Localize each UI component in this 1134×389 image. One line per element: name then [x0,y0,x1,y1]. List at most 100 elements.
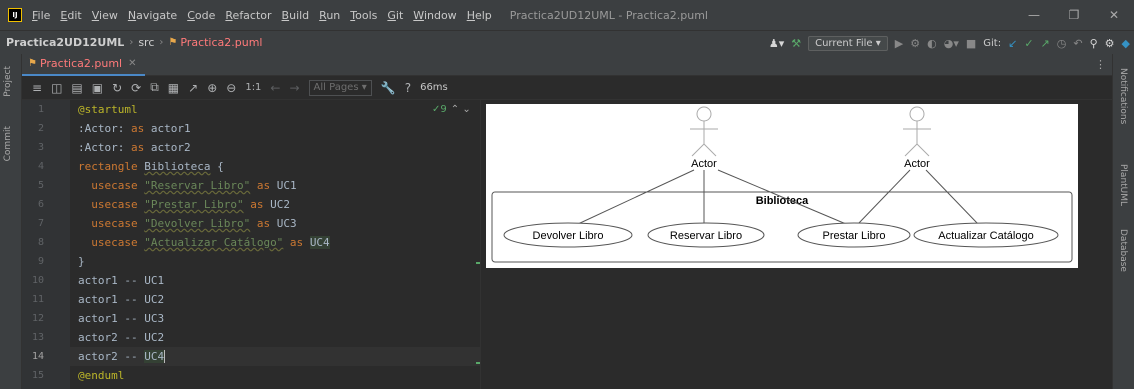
search-icon[interactable]: ⚲ [1090,37,1098,50]
zoom-in-icon[interactable]: ⊕ [207,81,217,95]
run-icon[interactable]: ▶ [895,37,903,50]
help-icon[interactable]: ? [405,81,411,95]
code-token: as [283,236,310,249]
line-number: 6 [37,199,44,210]
plantuml-tool-button[interactable]: PlantUML [1118,164,1128,206]
line-number: 7 [37,218,44,229]
code-token: usecase [78,198,145,211]
menu-edit[interactable]: Edit [60,9,81,22]
menu-tools[interactable]: Tools [350,9,377,22]
zoom-actual-size-button[interactable]: 1:1 [245,82,261,93]
code-line: 10 actor1 -- UC1 [32,271,480,290]
wrench-icon[interactable]: 🔧 [381,81,396,95]
uml-diagram-svg: Actor Actor Biblioteca Devolver Libro Re… [491,106,1073,263]
code-token: UC1 [276,179,297,192]
breadcrumb-file[interactable]: Practica2.puml [180,36,262,49]
usecase-devolver-libro: Devolver Libro [533,230,604,242]
arrow-left-icon[interactable]: ← [270,81,280,95]
tab-label: Practica2.puml [39,57,123,70]
code-token: @enduml [78,369,125,382]
code-token: UC4 [309,236,330,249]
chevron-right-icon: › [129,37,134,48]
uml-diagram: Actor Actor Biblioteca Devolver Libro Re… [486,104,1078,268]
history-icon[interactable]: ◷ [1057,37,1067,50]
project-tool-button[interactable]: Project [3,66,13,97]
preview-only-icon[interactable]: ▤ [71,81,82,95]
usecase-reservar-libro: Reservar Libro [670,230,742,242]
code-token: UC2 [270,198,290,211]
line-number: 15 [31,370,44,381]
code-token: UC3 [276,217,297,230]
code-editor[interactable]: 1 @startuml 2:Actor: as actor1 3:Actor: a… [32,100,480,389]
menu-navigate[interactable]: Navigate [128,9,177,22]
actor2-label: Actor [904,158,930,170]
zoom-out-icon[interactable]: ⊖ [226,81,236,95]
line-number: 5 [37,180,44,191]
debug-icon[interactable]: ⚙ [910,37,920,50]
external-link-icon[interactable]: ↗ [188,81,198,95]
code-token: "Devolver Libro" [144,217,251,230]
refresh-icon[interactable]: ↻ [112,81,122,95]
arrow-right-icon[interactable]: → [289,81,299,95]
plugin-icon[interactable]: ◆ [1122,37,1130,50]
sync-icon[interactable]: ⟳ [131,81,141,95]
code-token: "Actualizar Catálogo" [144,236,284,249]
code-token: actor1 [150,122,191,135]
line-number: 11 [31,294,44,305]
code-token: usecase [78,236,145,249]
close-button[interactable]: ✕ [1094,0,1134,30]
git-push-icon[interactable]: ↗ [1041,37,1050,50]
pages-select[interactable]: All Pages ▾ [308,79,372,96]
inspection-widget[interactable]: ✓9 ⌃ ⌄ [432,104,471,115]
editor-only-icon[interactable]: ≡ [32,81,42,95]
code-token: as [250,179,277,192]
menu-file[interactable]: File [32,9,50,22]
git-commit-icon[interactable]: ✓ [1024,37,1033,50]
save-icon[interactable]: ▦ [168,81,179,95]
line-number: 10 [31,275,44,286]
image-icon[interactable]: ▣ [92,81,103,95]
git-update-icon[interactable]: ↙ [1008,37,1017,50]
build-hammer-icon[interactable]: ⚒ [791,37,801,50]
menu-refactor[interactable]: Refactor [225,9,271,22]
minimize-button[interactable]: — [1014,0,1054,30]
code-line: 11 actor1 -- UC2 [32,290,480,309]
code-token: } [78,255,85,268]
menu-run[interactable]: Run [319,9,340,22]
menu-code[interactable]: Code [187,9,215,22]
code-token: usecase [78,217,145,230]
run-config-select[interactable]: Current File ▾ [808,35,888,51]
code-token: actor1 -- UC1 [78,274,165,287]
close-icon[interactable]: ✕ [128,58,136,69]
chevron-right-icon: › [159,37,164,48]
menu-view[interactable]: View [92,9,118,22]
stop-icon[interactable]: ■ [966,37,976,50]
split-view-icon[interactable]: ◫ [51,81,62,95]
menu-window[interactable]: Window [413,9,456,22]
code-line: 9} [38,252,480,271]
more-vertical-icon[interactable]: ⋮ [1095,58,1106,71]
menu-build[interactable]: Build [282,9,310,22]
restore-button[interactable]: ❐ [1054,0,1094,30]
profile-icon[interactable]: ◕▾ [944,37,959,50]
coverage-icon[interactable]: ◐ [927,37,937,50]
line-number: 1 [37,104,44,115]
code-token: as [124,122,151,135]
user-icon[interactable]: ♟▾ [769,37,784,50]
usecase-actualizar-catalogo: Actualizar Catálogo [938,230,1033,242]
breadcrumb-project[interactable]: Practica2UD12UML [6,36,124,49]
line-number: 14 [31,351,44,362]
code-line: 6 usecase "Prestar Libro" as UC2 [38,195,480,214]
menu-help[interactable]: Help [467,9,492,22]
commit-tool-button[interactable]: Commit [3,126,13,161]
code-line: 2:Actor: as actor1 [38,119,480,138]
copy-icon[interactable]: ⧉ [150,80,159,95]
rollback-icon[interactable]: ↶ [1073,37,1082,50]
database-tool-button[interactable]: Database [1118,229,1128,272]
settings-gear-icon[interactable]: ⚙ [1105,37,1115,50]
menu-git[interactable]: Git [387,9,403,22]
breadcrumb-folder[interactable]: src [138,36,154,49]
tab-practica2-puml[interactable]: ⚑ Practica2.puml ✕ [22,54,145,76]
notifications-tool-button[interactable]: Notifications [1118,68,1128,124]
chevron-up-down-icon[interactable]: ⌃ ⌄ [451,104,471,115]
